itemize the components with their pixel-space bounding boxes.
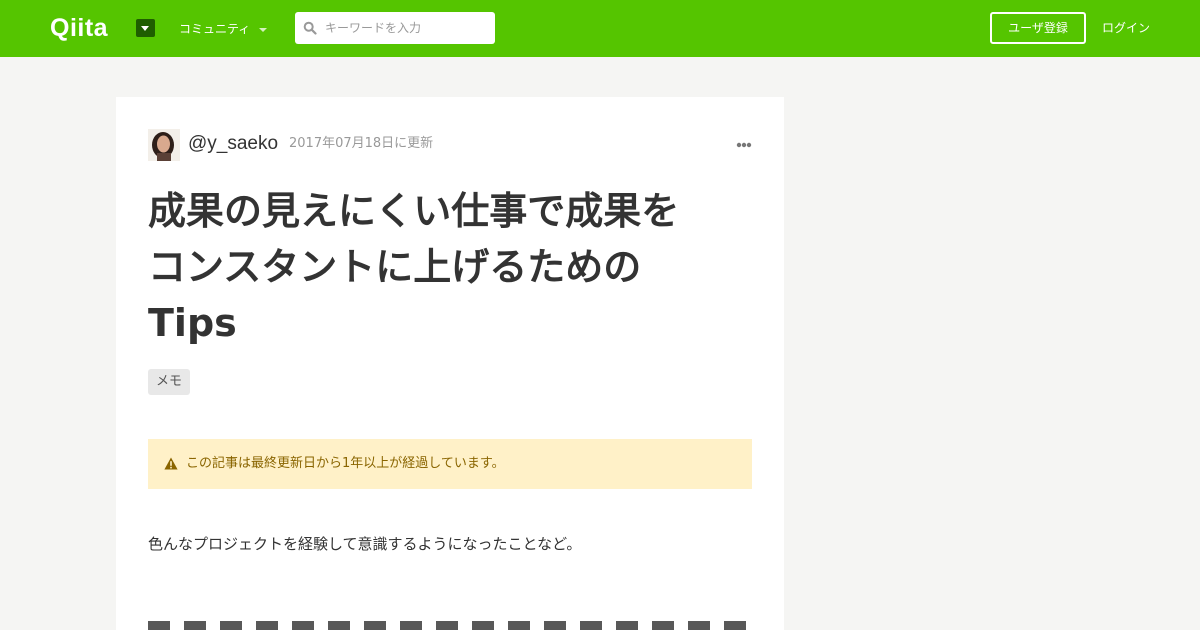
notice-text: この記事は最終更新日から1年以上が経過しています。 xyxy=(186,456,505,471)
article-intro: 色んなプロジェクトを経験して意識するようになったことなど。 xyxy=(148,535,582,553)
article-card: @y_saeko 2017年07月18日に更新 成果の見えにくい仕事で成果を コ… xyxy=(116,97,784,630)
search-box[interactable] xyxy=(295,12,495,44)
author-username[interactable]: @y_saeko xyxy=(188,133,278,155)
community-menu[interactable]: コミュニティ xyxy=(179,21,250,37)
section-heading xyxy=(148,617,752,630)
updated-date: 2017年07月18日に更新 xyxy=(289,136,434,151)
article-title: 成果の見えにくい仕事で成果を コンスタントに上げるための Tips xyxy=(148,183,748,351)
logo-menu-icon[interactable] xyxy=(136,19,155,37)
more-icon[interactable] xyxy=(736,142,752,148)
title-line: コンスタントに上げるための xyxy=(148,245,642,289)
signup-button[interactable]: ユーザ登録 xyxy=(990,12,1086,44)
title-line: Tips xyxy=(148,301,237,345)
avatar[interactable] xyxy=(148,129,180,161)
global-header: Qiita コミュニティ ユーザ登録 ログイン xyxy=(0,0,1200,57)
qiita-logo[interactable]: Qiita xyxy=(50,14,108,42)
tag-memo[interactable]: メモ xyxy=(148,369,191,395)
title-line: 成果の見えにくい仕事で成果を xyxy=(148,189,680,233)
warning-icon xyxy=(164,457,178,470)
login-link[interactable]: ログイン xyxy=(1102,20,1150,36)
search-input[interactable] xyxy=(325,18,487,38)
search-icon xyxy=(303,21,317,35)
chevron-down-icon xyxy=(259,28,267,32)
outdated-notice: この記事は最終更新日から1年以上が経過しています。 xyxy=(148,439,752,489)
